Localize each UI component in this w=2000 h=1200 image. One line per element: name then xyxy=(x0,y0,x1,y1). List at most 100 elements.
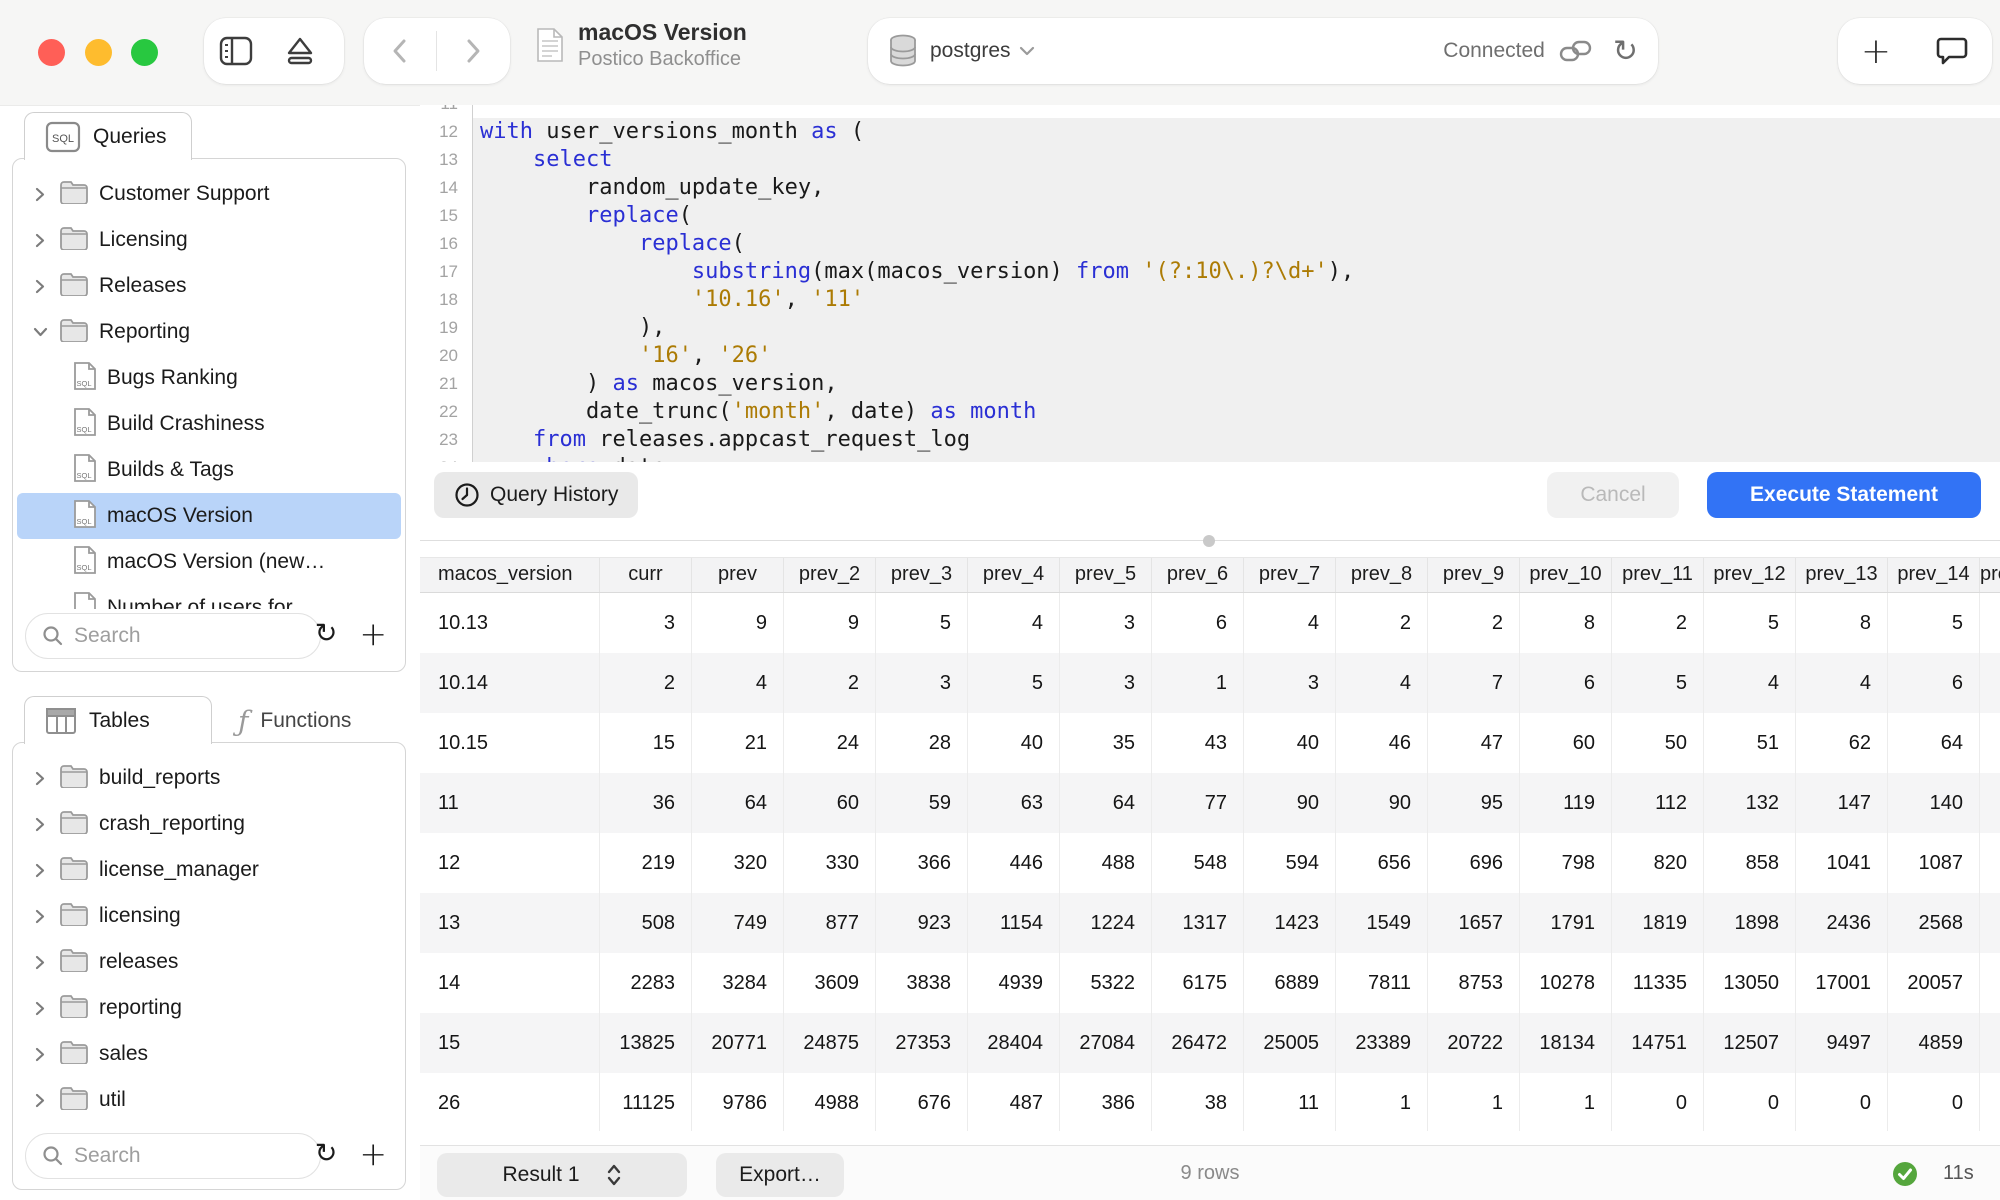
sql-editor[interactable]: 1112with user_versions_month as (13 sele… xyxy=(420,105,2000,462)
query-tree-item[interactable]: Customer Support xyxy=(17,171,401,217)
feedback-button[interactable] xyxy=(1914,18,1990,84)
table-row[interactable]: 10.13399543642282585 xyxy=(420,593,2000,653)
chevron-right-icon xyxy=(463,35,483,67)
query-tree-item[interactable]: SQLmacOS Version (new… xyxy=(17,539,401,585)
table-row[interactable]: 26111259786498867648738638111110000 xyxy=(420,1073,2000,1131)
query-tree-item[interactable]: Releases xyxy=(17,263,401,309)
column-header[interactable]: prev_8 xyxy=(1336,558,1428,592)
tab-queries[interactable]: SQL Queries xyxy=(24,112,192,160)
tables-search-field[interactable]: Search xyxy=(25,1133,321,1179)
query-tree-item[interactable]: SQLNumber of users for… xyxy=(17,585,401,609)
new-item-button[interactable]: + xyxy=(1838,18,1914,84)
tree-disclosure[interactable] xyxy=(31,279,49,294)
tree-disclosure[interactable] xyxy=(31,1093,49,1108)
table-cell: 64 xyxy=(1888,713,1980,773)
reconnect-icon[interactable]: ↻ xyxy=(1613,34,1638,69)
zoom-window-button[interactable] xyxy=(131,39,158,66)
column-header[interactable]: prev_14 xyxy=(1888,558,1980,592)
table-tree-item[interactable]: build_reports xyxy=(17,755,401,801)
tree-disclosure[interactable] xyxy=(31,771,49,786)
column-header[interactable]: prev_9 xyxy=(1428,558,1520,592)
table-cell: 112 xyxy=(1612,773,1704,833)
query-tree-item[interactable]: SQLBuilds & Tags xyxy=(17,447,401,493)
table-row[interactable]: 1513825207712487527353284042708426472250… xyxy=(420,1013,2000,1073)
table-tree-item[interactable]: reporting xyxy=(17,985,401,1031)
results-table[interactable]: macos_versioncurrprevprev_2prev_3prev_4p… xyxy=(420,557,2000,1131)
query-tree-item[interactable]: Licensing xyxy=(17,217,401,263)
add-table-icon[interactable]: + xyxy=(359,1134,387,1173)
table-tree-item[interactable]: util xyxy=(17,1077,401,1123)
database-selector[interactable]: postgres xyxy=(930,39,1011,63)
toggle-sidebar-button[interactable] xyxy=(204,18,268,84)
column-header[interactable]: prev_15 xyxy=(1980,558,2000,592)
sql-file-icon-wrap: SQL xyxy=(73,591,97,610)
column-header[interactable]: prev xyxy=(692,558,784,592)
minimize-window-button[interactable] xyxy=(85,39,112,66)
tree-disclosure[interactable] xyxy=(31,909,49,924)
table-row[interactable]: 1422833284360938384939532261756889781187… xyxy=(420,953,2000,1013)
table-tree-item[interactable]: crash_reporting xyxy=(17,801,401,847)
disconnect-button[interactable] xyxy=(268,18,332,84)
tab-tables[interactable]: Tables xyxy=(24,696,212,744)
add-query-icon[interactable]: + xyxy=(359,614,387,653)
tree-disclosure[interactable] xyxy=(31,233,49,248)
table-cell: 1657 xyxy=(1428,893,1520,953)
column-header[interactable]: prev_4 xyxy=(968,558,1060,592)
table-tree-item[interactable]: license_manager xyxy=(17,847,401,893)
table-row[interactable]: 10.14242353134765446 xyxy=(420,653,2000,713)
column-header[interactable]: prev_11 xyxy=(1612,558,1704,592)
tree-disclosure[interactable] xyxy=(31,863,49,878)
back-button[interactable] xyxy=(364,18,436,84)
table-cell: 14751 xyxy=(1612,1013,1704,1073)
query-tree-item[interactable]: SQLmacOS Version xyxy=(17,493,401,539)
table-cell: 4939 xyxy=(968,953,1060,1013)
column-header[interactable]: prev_10 xyxy=(1520,558,1612,592)
column-header[interactable]: prev_13 xyxy=(1796,558,1888,592)
column-header[interactable]: prev_5 xyxy=(1060,558,1152,592)
tree-disclosure[interactable] xyxy=(31,327,49,337)
table-cell: 923 xyxy=(876,893,968,953)
navigation-group xyxy=(364,18,510,84)
column-header[interactable]: prev_7 xyxy=(1244,558,1336,592)
table-cell: 488 xyxy=(1060,833,1152,893)
tree-disclosure[interactable] xyxy=(31,955,49,970)
result-selector[interactable]: Result 1 xyxy=(437,1153,687,1197)
tree-disclosure[interactable] xyxy=(31,1001,49,1016)
column-header[interactable]: curr xyxy=(600,558,692,592)
table-row[interactable]: 1350874987792311541224131714231549165717… xyxy=(420,893,2000,953)
queries-search-field[interactable]: Search xyxy=(25,613,321,659)
svg-text:SQL: SQL xyxy=(52,133,74,145)
table-tree-item[interactable]: releases xyxy=(17,939,401,985)
export-button[interactable]: Export… xyxy=(716,1153,844,1197)
window-subtitle: Postico Backoffice xyxy=(578,46,747,72)
table-tree-item[interactable]: sales xyxy=(17,1031,401,1077)
query-history-button[interactable]: Query History xyxy=(434,472,638,518)
column-header[interactable]: prev_2 xyxy=(784,558,876,592)
refresh-tables-icon[interactable]: ↻ xyxy=(315,1138,338,1169)
table-row[interactable]: 10.15152124284035434046476050516264 xyxy=(420,713,2000,773)
column-header[interactable]: prev_12 xyxy=(1704,558,1796,592)
column-header[interactable]: prev_6 xyxy=(1152,558,1244,592)
tab-functions[interactable]: ƒ Functions xyxy=(238,704,351,738)
query-tree-item[interactable]: SQLBuild Crashiness xyxy=(17,401,401,447)
tree-disclosure[interactable] xyxy=(31,1047,49,1062)
table-row[interactable]: 1136646059636477909095119112132147140 xyxy=(420,773,2000,833)
folder-icon-wrap xyxy=(59,810,89,839)
table-tree-item[interactable]: licensing xyxy=(17,893,401,939)
folder-icon-wrap xyxy=(59,948,89,977)
column-header[interactable]: prev_3 xyxy=(876,558,968,592)
refresh-queries-icon[interactable]: ↻ xyxy=(315,618,338,649)
close-window-button[interactable] xyxy=(38,39,65,66)
execute-statement-button[interactable]: Execute Statement xyxy=(1707,472,1981,518)
column-header[interactable]: macos_version xyxy=(420,558,600,592)
query-tree-item[interactable]: SQLBugs Ranking xyxy=(17,355,401,401)
table-tree-label: sales xyxy=(99,1042,148,1066)
splitter-drag-handle[interactable] xyxy=(1203,535,1215,547)
query-tree-item[interactable]: Reporting xyxy=(17,309,401,355)
tree-disclosure[interactable] xyxy=(31,817,49,832)
chevron-down-icon[interactable] xyxy=(1019,46,1035,56)
cancel-button[interactable]: Cancel xyxy=(1547,472,1679,518)
forward-button[interactable] xyxy=(437,18,509,84)
table-row[interactable]: 1221932033036644648854859465669679882085… xyxy=(420,833,2000,893)
tree-disclosure[interactable] xyxy=(31,187,49,202)
